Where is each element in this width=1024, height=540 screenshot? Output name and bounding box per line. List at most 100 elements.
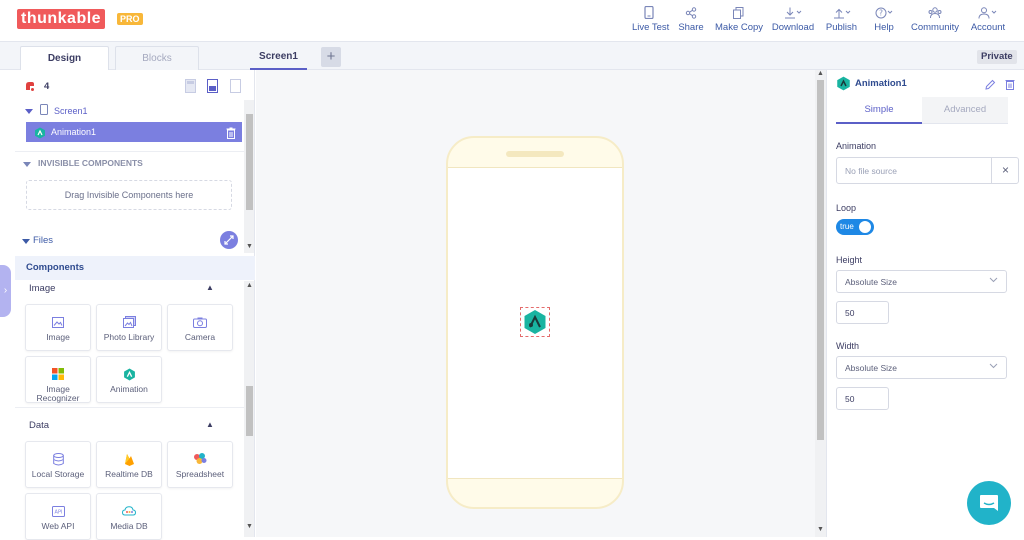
phone-preview: [446, 136, 624, 509]
thunkable-logo[interactable]: thunkable: [17, 9, 106, 29]
files-collapse-arrow[interactable]: [22, 236, 30, 246]
component-spreadsheet[interactable]: Spreadsheet: [167, 441, 233, 488]
animation-icon: [836, 76, 851, 96]
component-camera[interactable]: Camera: [167, 304, 233, 351]
phone-speaker: [506, 151, 564, 157]
layout-icon-2[interactable]: [207, 79, 218, 95]
animation-icon: [524, 310, 546, 334]
layout-icon-3[interactable]: [230, 79, 241, 95]
component-web-api[interactable]: API Web API: [25, 493, 91, 540]
tab-blocks[interactable]: Blocks: [115, 46, 199, 70]
canvas-scroll-thumb[interactable]: [817, 80, 824, 440]
component-local-storage[interactable]: Local Storage: [25, 441, 91, 488]
account-icon: [970, 4, 1006, 21]
component-photo-library[interactable]: Photo Library: [96, 304, 162, 351]
canvas-scroll-up-arrow[interactable]: ▲: [817, 70, 824, 77]
account-button[interactable]: Account: [970, 4, 1006, 38]
api-icon: API: [26, 500, 90, 522]
animation-icon: [34, 126, 46, 146]
add-screen-button[interactable]: +: [321, 47, 341, 67]
image-icon: [26, 311, 90, 333]
height-label: Height: [836, 255, 863, 265]
layout-icon-1[interactable]: [185, 79, 196, 95]
canvas-scrollbar[interactable]: ▲ ▼: [815, 70, 826, 537]
privacy-badge[interactable]: Private: [977, 50, 1017, 64]
component-media-db[interactable]: Media DB: [96, 493, 162, 540]
image-category-title[interactable]: Image: [29, 283, 55, 294]
components-scroll-down-arrow[interactable]: ▼: [246, 523, 253, 530]
files-header[interactable]: Files: [33, 235, 53, 246]
expand-files-button[interactable]: [220, 231, 238, 249]
support-chat-button[interactable]: [967, 481, 1011, 525]
width-value: 50: [845, 394, 855, 404]
image-collapse-caret[interactable]: ▲: [206, 283, 214, 292]
animation-file-input[interactable]: No file source ×: [836, 157, 1019, 184]
clear-file-button[interactable]: ×: [991, 158, 1019, 183]
delete-icon[interactable]: [1005, 77, 1015, 95]
tree-animation1-row[interactable]: Animation1: [26, 122, 242, 142]
loop-toggle[interactable]: true: [836, 219, 874, 235]
download-icon: [771, 4, 815, 21]
tab-advanced[interactable]: Advanced: [922, 97, 1008, 124]
data-category-title[interactable]: Data: [29, 420, 49, 431]
component-realtime-db[interactable]: Realtime DB: [96, 441, 162, 488]
community-button[interactable]: Community: [910, 4, 960, 38]
animation-label: Animation: [836, 141, 877, 151]
width-input[interactable]: 50: [836, 387, 889, 410]
firebase-icon: [97, 448, 161, 470]
components-scroll-thumb[interactable]: [246, 386, 253, 436]
width-mode-select[interactable]: Absolute Size: [836, 356, 1007, 379]
loop-label: Loop: [836, 203, 857, 213]
chevron-down-icon: [989, 275, 998, 286]
animation-icon: [97, 363, 161, 385]
tab-simple[interactable]: Simple: [836, 97, 922, 124]
height-value: 50: [845, 308, 855, 318]
components-scroll-up-arrow[interactable]: ▲: [246, 282, 253, 289]
expand-icon: [224, 235, 234, 245]
tree-scroll-down-arrow[interactable]: ▼: [246, 243, 253, 250]
design-canvas[interactable]: [256, 70, 815, 537]
screen-tab[interactable]: Screen1: [250, 46, 307, 70]
download-button[interactable]: Download: [771, 4, 815, 38]
live-test-button[interactable]: Live Test: [632, 4, 669, 38]
trash-icon[interactable]: [226, 126, 236, 146]
cloud-icon: [97, 500, 161, 522]
component-image-recognizer[interactable]: Image Recognizer: [25, 356, 91, 403]
spreadsheet-icon: [168, 448, 232, 470]
invisible-drop-zone[interactable]: Drag Invisible Components here: [26, 180, 232, 210]
animation-component-preview[interactable]: [520, 307, 550, 337]
toggle-knob: [859, 221, 871, 233]
canvas-scroll-down-arrow[interactable]: ▼: [817, 526, 824, 533]
pro-badge: PRO: [117, 13, 143, 25]
invisible-collapse-arrow[interactable]: [23, 159, 31, 169]
community-icon: [910, 4, 960, 21]
properties-title: Animation1: [855, 78, 907, 89]
top-bar: thunkable PRO Live Test Share Make Copy …: [0, 0, 1024, 42]
share-button[interactable]: Share: [677, 4, 705, 38]
screen1-collapse-arrow[interactable]: [25, 106, 33, 116]
data-collapse-caret[interactable]: ▲: [206, 420, 214, 429]
height-input[interactable]: 50: [836, 301, 889, 324]
component-animation[interactable]: Animation: [96, 356, 162, 403]
help-button[interactable]: ? Help: [873, 4, 895, 38]
screen-icon: [40, 104, 48, 117]
left-panel-toggle[interactable]: ›: [0, 265, 11, 317]
properties-panel: Animation1 Simple Advanced Animation No …: [826, 70, 1024, 537]
project-icon: [24, 80, 36, 94]
divider: [15, 151, 244, 152]
project-count: 4: [44, 81, 50, 92]
make-copy-button[interactable]: Make Copy: [715, 4, 763, 38]
phone-screen[interactable]: [448, 167, 622, 479]
edit-icon[interactable]: [985, 77, 996, 95]
photo-library-icon: [97, 311, 161, 333]
tree-screen1[interactable]: Screen1: [54, 106, 88, 116]
image-recognizer-icon: [26, 363, 90, 385]
publish-button[interactable]: Publish: [825, 4, 858, 38]
tree-scroll-thumb[interactable]: [246, 114, 253, 210]
left-panel: 4 Screen1 Animation1 INVISIBLE COMPONENT…: [15, 70, 255, 540]
height-mode-select[interactable]: Absolute Size: [836, 270, 1007, 293]
animation-file-placeholder: No file source: [845, 166, 897, 176]
chevron-right-icon: ›: [3, 285, 8, 296]
tab-design[interactable]: Design: [20, 46, 109, 70]
component-image[interactable]: Image: [25, 304, 91, 351]
